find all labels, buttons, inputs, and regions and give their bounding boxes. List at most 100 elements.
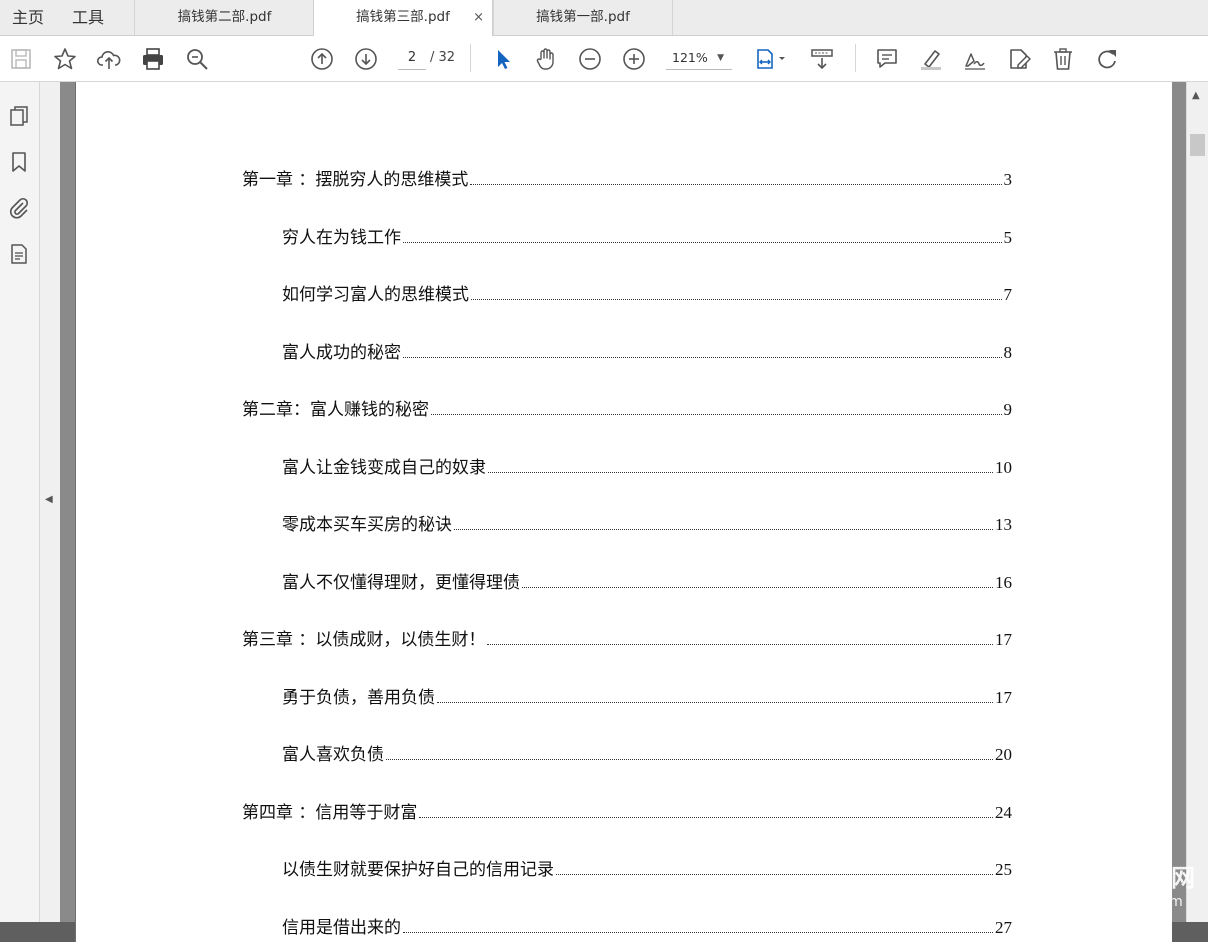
- toc-entry[interactable]: 富人喜欢负债 20: [282, 739, 1012, 765]
- tab-document-3[interactable]: 搞钱第三部.pdf ×: [313, 0, 493, 36]
- toc-dot-leader: [454, 529, 993, 530]
- comment-icon[interactable]: [874, 46, 900, 72]
- scroll-thumb[interactable]: [1190, 134, 1205, 156]
- next-page-icon[interactable]: [353, 46, 379, 72]
- edit-document-icon[interactable]: [1006, 46, 1032, 72]
- toc-entry-title: 第四章 ：信用等于财富: [242, 803, 418, 823]
- toc-entry-page: 17: [995, 688, 1012, 707]
- toc-dot-leader: [488, 472, 993, 473]
- toc-entry-page: 3: [1003, 170, 1013, 189]
- pages-thumbnail-icon[interactable]: [7, 104, 31, 128]
- sign-icon[interactable]: [962, 46, 988, 72]
- navigation-panel: [0, 82, 40, 922]
- toc-entry-page: 10: [995, 458, 1012, 477]
- toc-entry[interactable]: 以债生财就要保护好自己的信用记录 25: [282, 854, 1012, 880]
- toc-entry-page: 13: [995, 515, 1012, 534]
- previous-page-icon[interactable]: [309, 46, 335, 72]
- toc-dot-leader: [471, 299, 1002, 300]
- toc-entry-page: 25: [995, 860, 1012, 879]
- toc-entry[interactable]: 第三章 ：以债成财，以债生财！ 17: [242, 624, 1012, 650]
- toc-entry-title: 信用是借出来的: [282, 918, 401, 938]
- select-cursor-icon[interactable]: [490, 46, 516, 72]
- watermark-url: wobangzhao.com: [1060, 894, 1183, 910]
- page-total: / 32: [430, 50, 456, 65]
- toc-entry-title: 以债生财就要保护好自己的信用记录: [282, 860, 554, 880]
- vertical-scrollbar[interactable]: ▲: [1186, 82, 1208, 922]
- toolbar: 2 / 32 121% ▼: [0, 36, 1208, 82]
- print-icon[interactable]: [140, 46, 166, 72]
- rotate-icon[interactable]: [1094, 46, 1120, 72]
- toc-entry[interactable]: 穷人在为钱工作 5: [282, 222, 1012, 248]
- delete-icon[interactable]: [1050, 46, 1076, 72]
- zoom-value: 121%: [672, 50, 708, 65]
- toc-entry[interactable]: 第一章 ：摆脱穷人的思维模式 3: [242, 164, 1012, 190]
- toc-entry-title: 穷人在为钱工作: [282, 228, 401, 248]
- toc-entry[interactable]: 勇于负债，善用负债 17: [282, 682, 1012, 708]
- toc-entry-title: 勇于负债，善用负债: [282, 688, 435, 708]
- save-icon[interactable]: [8, 46, 34, 72]
- toc-dot-leader: [403, 932, 993, 933]
- toc-dot-leader: [470, 184, 1002, 185]
- toc-entry[interactable]: 富人不仅懂得理财，更懂得理债 16: [282, 567, 1012, 593]
- tab-label: 搞钱第一部.pdf: [536, 9, 630, 25]
- tab-label: 搞钱第二部.pdf: [177, 9, 272, 25]
- scroll-up-icon[interactable]: ▲: [1192, 90, 1200, 101]
- menu-tools[interactable]: 工具: [72, 0, 104, 35]
- toc-entry[interactable]: 富人让金钱变成自己的奴隶 10: [282, 452, 1012, 478]
- toc-entry[interactable]: 第二章：富人赚钱的秘密 9: [242, 394, 1012, 420]
- toc-entry[interactable]: 如何学习富人的思维模式 7: [282, 279, 1012, 305]
- toc-entry-title: 第三章 ：以债成财，以债生财！: [242, 630, 486, 650]
- toc-entry-title: 富人让金钱变成自己的奴隶: [282, 458, 486, 478]
- toc-entry-page: 16: [995, 573, 1012, 592]
- toc-entry-title: 富人喜欢负债: [282, 745, 384, 765]
- toc-entry[interactable]: 信用是借出来的 27: [282, 912, 1012, 938]
- toc-entry-page: 8: [1003, 343, 1013, 362]
- toc-dot-leader: [487, 644, 993, 645]
- toolbar-divider: [470, 44, 471, 72]
- document-viewport[interactable]: 第一章 ：摆脱穷人的思维模式 3 穷人在为钱工作 5 如何学习富人的思维模式 7 富人成功的…: [60, 82, 1186, 942]
- tab-close-icon[interactable]: ×: [473, 0, 484, 35]
- zoom-out-icon[interactable]: [577, 46, 603, 72]
- toc-dot-leader: [403, 242, 1002, 243]
- bookmark-star-icon[interactable]: [52, 46, 78, 72]
- hand-tool-icon[interactable]: [533, 46, 559, 72]
- toc-dot-leader: [403, 357, 1002, 358]
- highlight-icon[interactable]: [918, 46, 944, 72]
- toc-entry[interactable]: 富人成功的秘密 8: [282, 337, 1012, 363]
- toc-entry-title: 零成本买车买房的秘诀: [282, 515, 452, 535]
- toc-entry-page: 20: [995, 745, 1012, 764]
- tab-label: 搞钱第三部.pdf: [356, 9, 450, 25]
- toc-entry-page: 24: [995, 803, 1012, 822]
- toolbar-divider: [855, 44, 856, 72]
- toc-entry-page: 5: [1003, 228, 1013, 247]
- toc-dot-leader: [522, 587, 993, 588]
- zoom-select[interactable]: 121% ▼: [666, 47, 732, 70]
- toc-entry-page: 7: [1003, 285, 1013, 304]
- page-number-input[interactable]: 2: [398, 47, 426, 70]
- toc-dot-leader: [386, 759, 993, 760]
- pdf-page: 第一章 ：摆脱穷人的思维模式 3 穷人在为钱工作 5 如何学习富人的思维模式 7 富人成功的…: [75, 82, 1172, 942]
- watermark: 我帮找网 wobangzhao.com: [1052, 852, 1202, 918]
- toc-entry-page: 17: [995, 630, 1012, 649]
- toc-dot-leader: [431, 414, 1002, 415]
- zoom-search-icon[interactable]: [184, 46, 210, 72]
- watermark-title: 我帮找网: [1096, 864, 1196, 892]
- zoom-in-icon[interactable]: [621, 46, 647, 72]
- toc-entry-page: 27: [995, 918, 1012, 937]
- collapse-arrow-icon[interactable]: ◀: [45, 494, 53, 505]
- tab-document-1[interactable]: 搞钱第一部.pdf: [493, 0, 673, 35]
- chevron-down-icon: ▼: [717, 53, 724, 63]
- fit-page-icon[interactable]: [754, 46, 788, 72]
- toc-entry-title: 第二章：富人赚钱的秘密: [242, 400, 429, 420]
- tab-document-2[interactable]: 搞钱第二部.pdf: [134, 0, 314, 35]
- toc-entry[interactable]: 零成本买车买房的秘诀 13: [282, 509, 1012, 535]
- toc-entry-page: 9: [1003, 400, 1013, 419]
- cloud-upload-icon[interactable]: [96, 46, 122, 72]
- scroll-mode-icon[interactable]: [809, 46, 835, 72]
- menu-home[interactable]: 主页: [12, 0, 44, 35]
- attachment-icon[interactable]: [7, 196, 31, 220]
- toc-entry[interactable]: 第四章 ：信用等于财富 24: [242, 797, 1012, 823]
- bookmark-icon[interactable]: [7, 150, 31, 174]
- document-properties-icon[interactable]: [7, 242, 31, 266]
- toc-dot-leader: [556, 874, 993, 875]
